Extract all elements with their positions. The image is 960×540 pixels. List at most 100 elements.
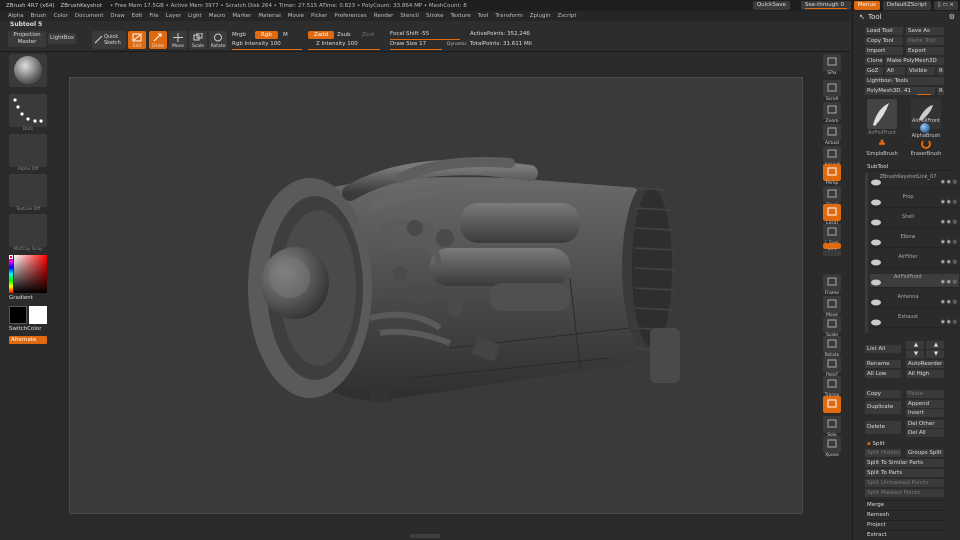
m-toggle[interactable]: M <box>283 31 288 40</box>
canvas-viewport[interactable] <box>69 77 803 514</box>
subtool-row[interactable]: Shell ◉ ◉ ◎ <box>870 214 959 228</box>
menu-macro[interactable]: Macro <box>209 13 226 19</box>
paste-tool-button[interactable]: Paste Tool <box>906 37 944 45</box>
subtool-row[interactable]: Elbow ◉ ◉ ◎ <box>870 234 959 248</box>
move-bottom-arrow-icon[interactable]: ▼ <box>926 350 944 358</box>
project-section-header[interactable]: Project <box>865 520 945 528</box>
load-tool-button[interactable]: Load Tool <box>865 27 903 35</box>
rename-button[interactable]: Rename <box>865 360 901 368</box>
shelf-frame-button[interactable]: Frame <box>823 274 841 296</box>
subtool-row[interactable]: Antenna ◉ ◉ ◎ <box>870 294 959 308</box>
menus-button[interactable]: Menus <box>853 1 880 10</box>
zadd-toggle[interactable]: Zadd <box>308 31 335 40</box>
all-button[interactable]: All <box>885 67 905 75</box>
menu-stroke[interactable]: Stroke <box>426 13 444 19</box>
subtool-row[interactable]: ZBrushKeyshotLink_07 ◉ ◉ ◎ <box>870 174 959 188</box>
menu-stencil[interactable]: Stencil <box>400 13 419 19</box>
menu-layer[interactable]: Layer <box>166 13 181 19</box>
paste-subtool-button[interactable]: Paste <box>906 390 944 398</box>
subtool-row[interactable]: AirFoilFront ◉ ◉ ◎ <box>870 274 959 288</box>
move-up-arrow-icon[interactable]: ▲ <box>906 341 924 349</box>
split-masked-button[interactable]: Split Masked Points <box>865 489 944 497</box>
secondary-color-swatch[interactable] <box>29 306 47 324</box>
rotate-button[interactable]: Rotate <box>209 31 227 49</box>
switch-color-button[interactable]: SwitchColor <box>9 326 42 332</box>
z-intensity-slider[interactable]: Z Intensity 100 <box>316 40 358 49</box>
groups-split-button[interactable]: Groups Split <box>906 449 944 457</box>
zcut-toggle[interactable]: Zcut <box>362 31 374 40</box>
move-top-arrow-icon[interactable]: ▲ <box>926 341 944 349</box>
mrgb-toggle[interactable]: Mrgb <box>232 31 246 40</box>
menu-zplugin[interactable]: Zplugin <box>530 13 551 19</box>
copy-subtool-button[interactable]: Copy <box>865 390 901 398</box>
subtool-row[interactable]: Prop ◉ ◉ ◎ <box>870 194 959 208</box>
edit-button[interactable]: Edit <box>128 31 146 49</box>
menu-movie[interactable]: Movie <box>288 13 304 19</box>
menu-texture[interactable]: Texture <box>451 13 471 19</box>
shelf-move-button[interactable]: Move <box>823 296 841 318</box>
subtool-row[interactable]: Exhaust ◉ ◉ ◎ <box>870 314 959 328</box>
visible-button[interactable]: Visible <box>907 67 935 75</box>
remesh-section-header[interactable]: Remesh <box>865 510 945 518</box>
shelf-scale-button[interactable]: Scale <box>823 316 841 338</box>
subtool-visibility-eye-icon[interactable]: ◉ ◉ ◎ <box>941 319 957 325</box>
subtool-visibility-eye-icon[interactable]: ◉ ◉ ◎ <box>941 179 957 185</box>
shelf-scroll-button[interactable]: Scroll <box>823 80 841 102</box>
menu-light[interactable]: Light <box>188 13 202 19</box>
shelf-l-sym-button[interactable]: L.Sym <box>823 224 841 246</box>
make-polymesh-button[interactable]: Make PolyMesh3D <box>885 57 944 65</box>
shelf-local-button[interactable]: Local <box>823 204 841 226</box>
subtool-header[interactable]: SubTool <box>865 163 955 171</box>
shelf-slot-10-button[interactable] <box>823 250 841 256</box>
material-thumbnail[interactable] <box>9 214 47 247</box>
lightbox-tools-button[interactable]: Lightbox› Tools <box>865 77 944 85</box>
simple-brush-icon[interactable]: ♣ <box>878 139 887 149</box>
all-low-button[interactable]: All Low <box>865 370 901 378</box>
list-all-button[interactable]: List All <box>865 345 901 353</box>
insert-button[interactable]: Insert <box>906 409 944 417</box>
texture-thumbnail[interactable] <box>9 174 47 207</box>
scale-button[interactable]: Scale <box>189 31 207 49</box>
menu-material[interactable]: Material <box>258 13 280 19</box>
shelf-aahalf-button[interactable]: AAHalf <box>823 146 841 168</box>
menu-preferences[interactable]: Preferences <box>334 13 366 19</box>
draw-size-slider[interactable]: Draw Size 17 <box>390 40 426 49</box>
subtool-row[interactable]: AirFilter ◉ ◉ ◎ <box>870 254 959 268</box>
dynamic-toggle[interactable]: Dynamic <box>447 40 467 49</box>
rgb-toggle[interactable]: Rgb <box>255 31 278 40</box>
shelf-spix-button[interactable]: SPix <box>823 54 841 76</box>
menu-alpha[interactable]: Alpha <box>8 13 24 19</box>
alternate-button[interactable]: Alternate <box>9 336 47 344</box>
append-button[interactable]: Append <box>906 400 944 408</box>
copy-tool-button[interactable]: Copy Tool <box>865 37 903 45</box>
focal-shift-slider[interactable]: Focal Shift -55 <box>390 30 429 39</box>
tool-thumb-airfoilfront[interactable] <box>867 99 897 129</box>
see-through-slider[interactable]: See-through 0 <box>800 1 851 10</box>
shelf-persp-button[interactable]: Persp <box>823 164 841 186</box>
menu-transform[interactable]: Transform <box>495 13 522 19</box>
goz-button[interactable]: GoZ <box>865 67 883 75</box>
delete-button[interactable]: Delete <box>865 421 901 434</box>
menu-document[interactable]: Document <box>75 13 104 19</box>
shelf-floor-button[interactable]: Floor <box>823 186 841 208</box>
alpha-thumbnail[interactable] <box>9 134 47 167</box>
duplicate-button[interactable]: Duplicate <box>865 401 901 414</box>
r-button-2[interactable]: R <box>937 87 944 95</box>
subtool-visibility-eye-icon[interactable]: ◉ ◉ ◎ <box>941 299 957 305</box>
subtool-visibility-eye-icon[interactable]: ◉ ◉ ◎ <box>941 239 957 245</box>
subtool-scrollbar[interactable] <box>865 173 868 333</box>
shelf-xpose-button[interactable]: Xpose <box>823 436 841 458</box>
default-zscript-button[interactable]: DefaultZScript <box>882 1 931 10</box>
split-similar-button[interactable]: Split To Similar Parts <box>865 459 944 467</box>
shelf-slot-17-button[interactable] <box>823 396 841 413</box>
quicksave-button[interactable]: QuickSave <box>752 1 790 10</box>
color-picker[interactable] <box>9 255 47 293</box>
import-button[interactable]: Import <box>865 47 903 55</box>
subtool-visibility-eye-icon[interactable]: ◉ ◉ ◎ <box>941 259 957 265</box>
split-hidden-button[interactable]: Split Hidden <box>865 449 901 457</box>
menu-picker[interactable]: Picker <box>311 13 327 19</box>
menu-zscript[interactable]: Zscript <box>557 13 576 19</box>
all-high-button[interactable]: All High <box>906 370 944 378</box>
menu-color[interactable]: Color <box>54 13 68 19</box>
move-button[interactable]: Move <box>169 31 187 49</box>
